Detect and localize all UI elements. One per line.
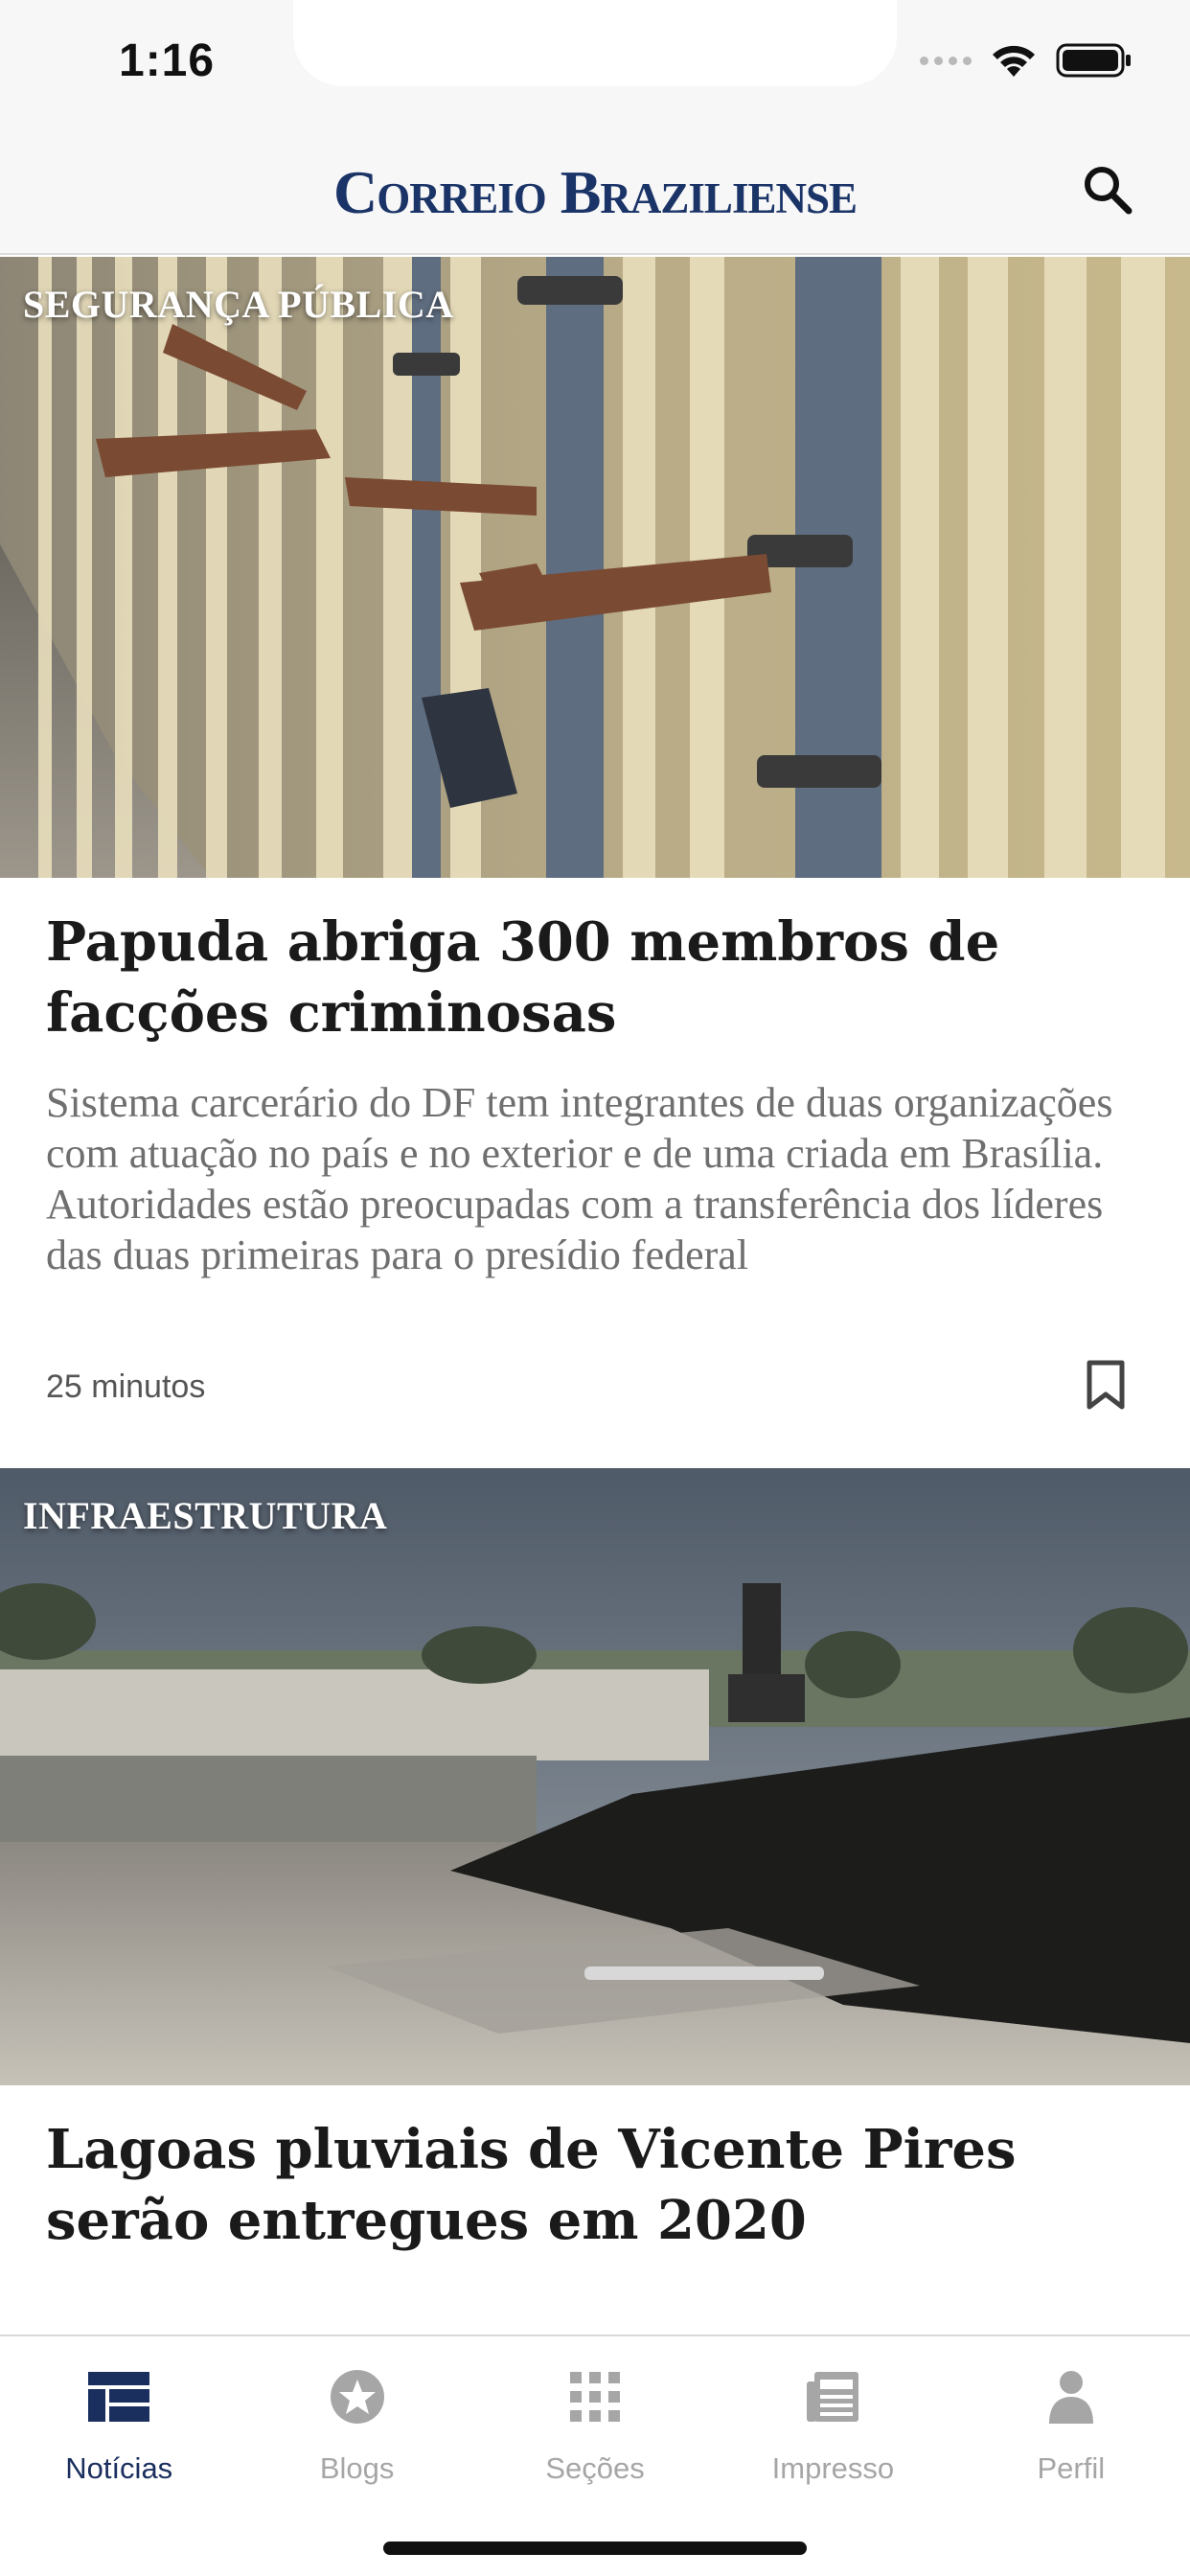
battery-icon — [1056, 43, 1131, 78]
tab-label: Blogs — [319, 2451, 395, 2485]
search-icon — [1085, 167, 1133, 215]
article-category[interactable]: INFRAESTRUTURA — [23, 1493, 387, 1538]
star-circle-icon — [324, 2363, 391, 2430]
search-button[interactable] — [1073, 155, 1142, 224]
bookmark-button[interactable] — [1085, 1359, 1138, 1420]
grid-dots-icon — [561, 2363, 629, 2430]
tab-secoes[interactable]: Seções — [476, 2336, 714, 2499]
newspaper-icon — [799, 2363, 866, 2430]
article-category[interactable]: SEGURANÇA PÚBLICA — [23, 282, 454, 327]
construction-site-photo — [0, 1468, 1190, 2085]
article-body[interactable]: Lagoas pluviais de Vicente Pires serão e… — [0, 2114, 1190, 2256]
tab-impresso[interactable]: Impresso — [714, 2336, 951, 2499]
article-image[interactable]: INFRAESTRUTURA — [0, 1468, 1190, 2085]
tab-blogs[interactable]: Blogs — [238, 2336, 475, 2499]
article-divider — [0, 1447, 1190, 1468]
article-timestamp: 25 minutos — [46, 1368, 206, 1405]
article-card[interactable]: SEGURANÇA PÚBLICA Papuda abriga 300 memb… — [0, 257, 1190, 1447]
app-header: Correio Braziliense — [0, 126, 1190, 255]
tab-perfil[interactable]: Perfil — [952, 2336, 1190, 2499]
tab-bar: Notícias Blogs Seções Impresso Perfil — [0, 2334, 1190, 2576]
tab-label: Perfil — [1037, 2451, 1106, 2485]
article-headline[interactable]: Lagoas pluviais de Vicente Pires serão e… — [46, 2114, 1144, 2256]
brand-logo[interactable]: Correio Braziliense — [0, 157, 1190, 228]
tab-noticias[interactable]: Notícias — [0, 2336, 238, 2499]
article-card[interactable]: INFRAESTRUTURA Lagoas pluviais de Vicent… — [0, 1468, 1190, 2256]
article-headline[interactable]: Papuda abriga 300 membros de facções cri… — [46, 907, 1144, 1048]
prison-cell-bars-photo — [0, 257, 1190, 878]
article-summary[interactable]: Sistema carcerário do DF tem integrantes… — [46, 1077, 1144, 1280]
article-body[interactable]: Papuda abriga 300 membros de facções cri… — [0, 907, 1190, 1447]
status-bar: 1:16 — [0, 0, 1190, 126]
tab-label: Seções — [545, 2451, 645, 2485]
wifi-icon — [993, 45, 1035, 77]
status-icons — [920, 42, 1133, 79]
home-indicator[interactable] — [383, 2542, 807, 2555]
device-notch — [293, 0, 897, 86]
news-grid-icon — [85, 2363, 152, 2430]
status-time: 1:16 — [119, 35, 216, 86]
bookmark-icon — [1087, 1360, 1125, 1410]
article-image[interactable]: SEGURANÇA PÚBLICA — [0, 257, 1190, 878]
tab-label: Impresso — [771, 2451, 895, 2485]
article-meta: 25 minutos — [46, 1332, 1144, 1447]
cellular-signal-icon — [920, 56, 972, 65]
news-feed[interactable]: SEGURANÇA PÚBLICA Papuda abriga 300 memb… — [0, 257, 1190, 2256]
tab-label: Notícias — [65, 2451, 173, 2485]
tab-list: Notícias Blogs Seções Impresso Perfil — [0, 2336, 1190, 2499]
person-icon — [1038, 2363, 1105, 2430]
